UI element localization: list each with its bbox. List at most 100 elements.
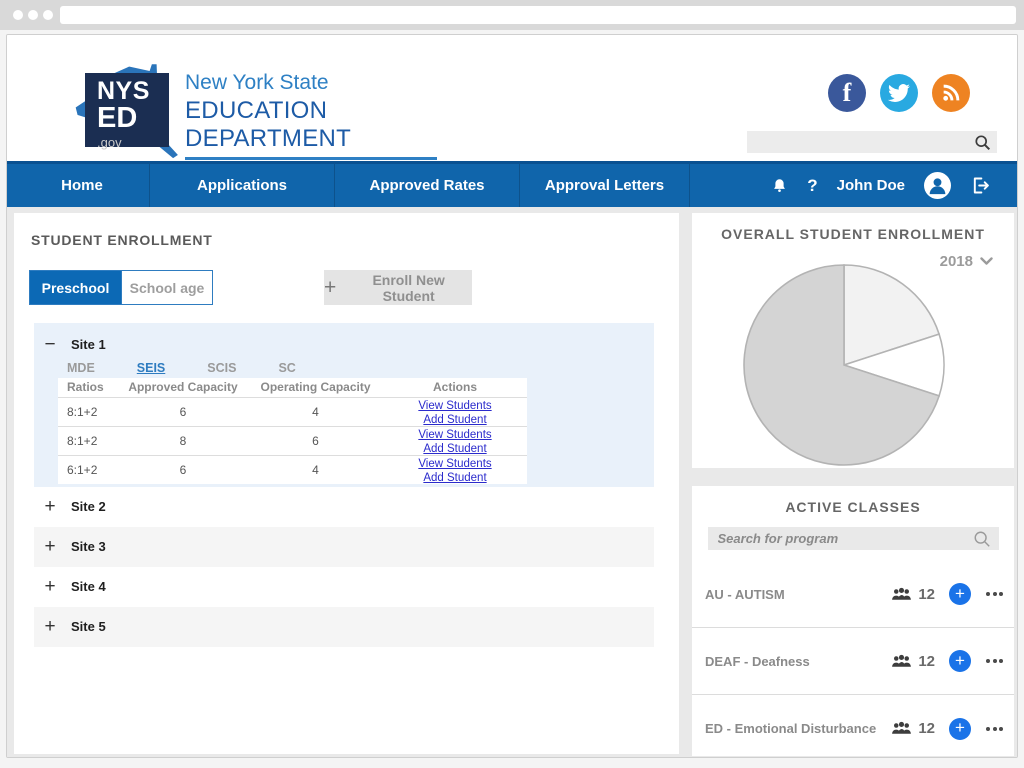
table-row: 8:1+2 6 4 View Students Add Student [58, 397, 527, 426]
logout-icon[interactable] [970, 175, 991, 196]
tab-scis[interactable]: SCIS [207, 361, 236, 375]
overall-enrollment-title: OVERALL STUDENT ENROLLMENT [692, 213, 1014, 242]
col-header-ratios: Ratios [58, 378, 118, 397]
more-options-icon[interactable] [986, 727, 1003, 731]
dept-line1: New York State [185, 71, 455, 95]
users-icon [891, 587, 912, 602]
add-student-link[interactable]: Add Student [423, 414, 486, 426]
nav-item-approved-rates[interactable]: Approved Rates [335, 164, 520, 207]
ratio-cell: 6:1+2 [58, 455, 118, 484]
nysed-logo-square: NYS ED .gov [85, 73, 169, 147]
site-label: Site 2 [71, 499, 106, 514]
ratio-cell: 8:1+2 [58, 397, 118, 426]
program-search-input[interactable] [708, 531, 973, 546]
site-2-header[interactable]: + Site 2 [34, 487, 654, 527]
table-row: 8:1+2 8 6 View Students Add Student [58, 426, 527, 455]
list-item: ED - Emotional Disturbance 12 + [692, 695, 1014, 756]
plus-icon: + [324, 276, 336, 300]
view-students-link[interactable]: View Students [418, 458, 491, 470]
approved-cell: 6 [118, 397, 248, 426]
rss-icon[interactable] [932, 74, 970, 112]
page-title: STUDENT ENROLLMENT [31, 232, 667, 248]
search-icon[interactable] [973, 530, 999, 548]
tab-school-age[interactable]: School age [121, 271, 212, 304]
nav-menu: Home Applications Approved Rates Approva… [7, 164, 690, 207]
nav-item-home[interactable]: Home [15, 164, 150, 207]
tab-sc[interactable]: SC [278, 361, 295, 375]
add-student-link[interactable]: Add Student [423, 472, 486, 484]
window-dot-icon[interactable] [13, 10, 23, 20]
student-count: 12 [918, 586, 935, 603]
expand-icon[interactable]: + [42, 496, 58, 518]
logo-text-ed: ED [97, 104, 169, 133]
capacity-table: Ratios Approved Capacity Operating Capac… [58, 378, 527, 484]
user-name: John Doe [837, 177, 905, 194]
facebook-icon[interactable]: f [828, 74, 866, 112]
site-1-tabs: MDE SEIS SCIS SC [34, 357, 654, 378]
col-header-approved: Approved Capacity [118, 378, 248, 397]
main-nav: Home Applications Approved Rates Approva… [7, 161, 1018, 207]
site-4-header[interactable]: + Site 4 [34, 567, 654, 607]
content-area: STUDENT ENROLLMENT Preschool School age … [7, 207, 1018, 758]
nysed-logo[interactable]: NYS ED .gov [57, 61, 197, 165]
operating-cell: 6 [248, 426, 383, 455]
site-1-header[interactable]: − Site 1 [34, 331, 654, 357]
logo-text-nys: NYS [97, 79, 169, 104]
col-header-actions: Actions [383, 378, 527, 397]
nav-utilities: ? John Doe [771, 164, 1018, 207]
tab-seis[interactable]: SEIS [137, 361, 166, 375]
header-search [747, 131, 997, 153]
view-students-link[interactable]: View Students [418, 429, 491, 441]
window-controls[interactable] [13, 10, 53, 20]
nav-item-approval-letters[interactable]: Approval Letters [520, 164, 690, 207]
more-options-icon[interactable] [986, 659, 1003, 663]
approved-cell: 6 [118, 455, 248, 484]
tab-preschool[interactable]: Preschool [30, 271, 121, 304]
site-label: Site 4 [71, 579, 106, 594]
table-header-row: Ratios Approved Capacity Operating Capac… [58, 378, 527, 397]
twitter-icon[interactable] [880, 74, 918, 112]
add-class-icon[interactable]: + [949, 583, 971, 605]
chevron-down-icon [980, 257, 993, 266]
student-enrollment-panel: STUDENT ENROLLMENT Preschool School age … [14, 213, 679, 754]
add-class-icon[interactable]: + [949, 718, 971, 740]
sites-accordion: − Site 1 MDE SEIS SCIS SC Ratios App [34, 323, 654, 647]
site-header: NYS ED .gov New York State EDUCATION DEP… [7, 35, 1018, 161]
expand-icon[interactable]: + [42, 576, 58, 598]
site-5-header[interactable]: + Site 5 [34, 607, 654, 647]
program-search [708, 527, 999, 550]
window-dot-icon[interactable] [43, 10, 53, 20]
overall-enrollment-panel: OVERALL STUDENT ENROLLMENT 2018 [692, 213, 1014, 468]
view-students-link[interactable]: View Students [418, 400, 491, 412]
enroll-new-student-button[interactable]: + Enroll New Student [324, 270, 472, 305]
site-label: Site 5 [71, 619, 106, 634]
window-dot-icon[interactable] [28, 10, 38, 20]
bell-icon[interactable] [771, 177, 788, 195]
expand-icon[interactable]: + [42, 616, 58, 638]
nav-item-applications[interactable]: Applications [150, 164, 335, 207]
enroll-button-label: Enroll New Student [345, 272, 472, 304]
site-label: Site 1 [71, 337, 106, 352]
ratio-cell: 8:1+2 [58, 426, 118, 455]
site-label: Site 3 [71, 539, 106, 554]
active-classes-title: ACTIVE CLASSES [692, 486, 1014, 515]
collapse-icon[interactable]: − [42, 335, 58, 354]
avatar[interactable] [924, 172, 951, 199]
student-count: 12 [918, 720, 935, 737]
browser-chrome [0, 0, 1024, 30]
header-search-input[interactable] [747, 135, 974, 149]
add-student-link[interactable]: Add Student [423, 443, 486, 455]
search-icon[interactable] [974, 134, 997, 151]
operating-cell: 4 [248, 397, 383, 426]
address-bar[interactable] [60, 6, 1016, 24]
users-icon [891, 654, 912, 669]
site-3-header[interactable]: + Site 3 [34, 527, 654, 567]
tab-mde[interactable]: MDE [67, 361, 95, 375]
active-classes-panel: ACTIVE CLASSES AU - AUTISM 12 + DEAF - D… [692, 486, 1014, 756]
help-icon[interactable]: ? [807, 176, 817, 196]
list-item: AU - AUTISM 12 + [692, 561, 1014, 628]
add-class-icon[interactable]: + [949, 650, 971, 672]
more-options-icon[interactable] [986, 592, 1003, 596]
expand-icon[interactable]: + [42, 536, 58, 558]
social-links: f [828, 74, 970, 112]
